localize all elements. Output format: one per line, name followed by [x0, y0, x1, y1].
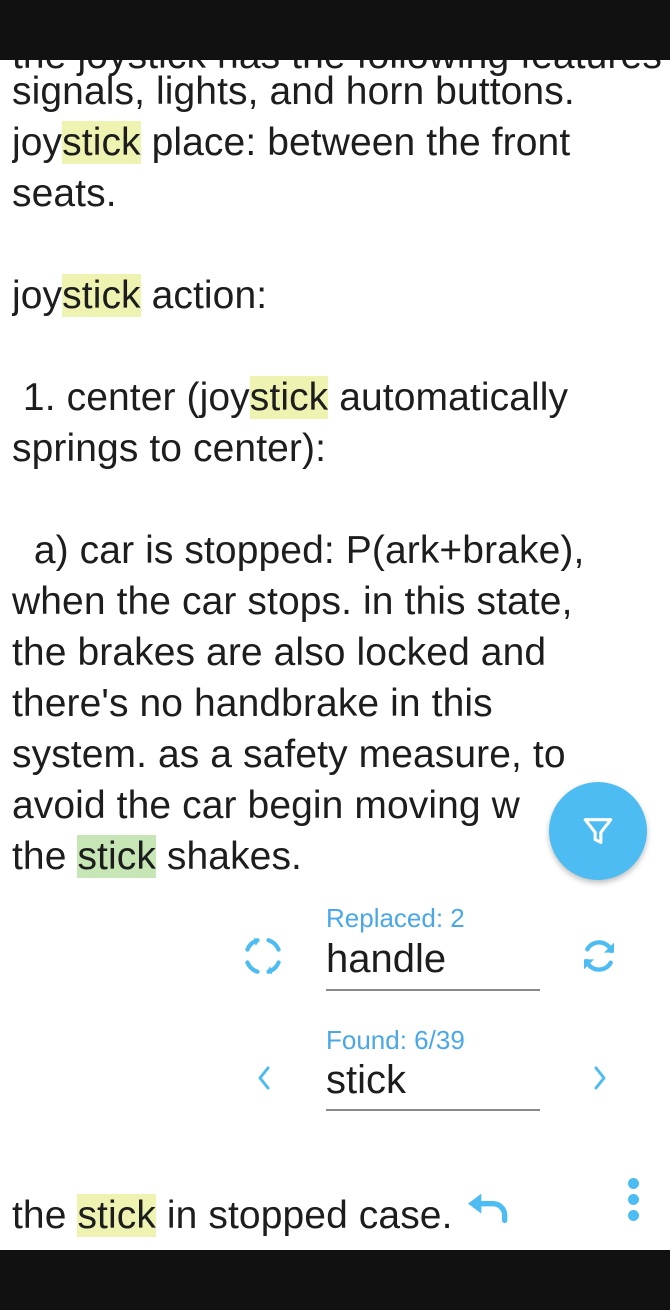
search-match: stick	[77, 1194, 156, 1237]
search-input-underline	[326, 1109, 540, 1111]
text-line: when the car stops. in this state,	[12, 580, 573, 623]
chevron-left-icon	[258, 1066, 270, 1090]
next-match-button[interactable]	[580, 1055, 620, 1101]
undo-button[interactable]	[462, 1190, 514, 1234]
text-line: the brakes are also locked and	[12, 631, 547, 674]
replace-all-button[interactable]	[574, 931, 624, 981]
replace-count-label: Replaced: 2	[326, 903, 465, 933]
text-segment: place: between the front	[140, 121, 571, 164]
text-line: signals, lights, and horn buttons.	[12, 70, 575, 113]
text-line: there's no handbrake in this	[12, 682, 493, 725]
status-bar	[0, 0, 670, 60]
search-match: stick	[249, 376, 329, 419]
text-segment: the	[12, 835, 78, 878]
replace-single-icon	[245, 937, 281, 975]
text-segment: joy	[12, 121, 63, 164]
previous-match-button[interactable]	[244, 1055, 284, 1101]
text-line: seats.	[12, 172, 117, 215]
filter-icon	[583, 818, 613, 844]
text-segment: the	[12, 1194, 78, 1237]
text-line: springs to center):	[12, 427, 327, 470]
text-line: the stick in stopped case.	[12, 1190, 453, 1241]
current-search-match: stick	[77, 835, 156, 878]
text-segment: 1. center (joy	[12, 376, 250, 419]
filter-button[interactable]	[549, 782, 647, 880]
text-segment: joy	[12, 274, 63, 317]
text-line: the stick shakes.	[12, 831, 302, 882]
text-segment: automatically	[328, 376, 569, 419]
find-replace-panel: Replaced: 2 handle Found: 6/39 stick	[0, 895, 670, 1135]
text-segment: shakes.	[155, 835, 302, 878]
search-match: stick	[62, 274, 141, 317]
more-options-button[interactable]	[624, 1178, 644, 1222]
text-line: joystick action:	[12, 270, 267, 321]
text-line: avoid the car begin moving w	[12, 784, 520, 827]
text-line: 1. center (joystick automatically	[12, 372, 568, 423]
replace-all-icon	[584, 940, 614, 972]
text-line: joystick place: between the front	[12, 117, 570, 168]
search-match: stick	[62, 121, 141, 164]
text-line: a) car is stopped: P(ark+brake),	[12, 529, 585, 572]
navigation-bar	[0, 1250, 670, 1310]
found-count-label: Found: 6/39	[326, 1025, 465, 1055]
undo-icon	[468, 1193, 508, 1223]
replace-input[interactable]: handle	[326, 937, 446, 982]
chevron-right-icon	[594, 1066, 606, 1090]
text-segment: in stopped case.	[155, 1194, 453, 1237]
replace-input-underline	[326, 989, 540, 991]
replace-single-button[interactable]	[238, 931, 288, 981]
search-input[interactable]: stick	[326, 1058, 406, 1103]
text-line: system. as a safety measure, to	[12, 733, 566, 776]
text-segment: action:	[140, 274, 268, 317]
